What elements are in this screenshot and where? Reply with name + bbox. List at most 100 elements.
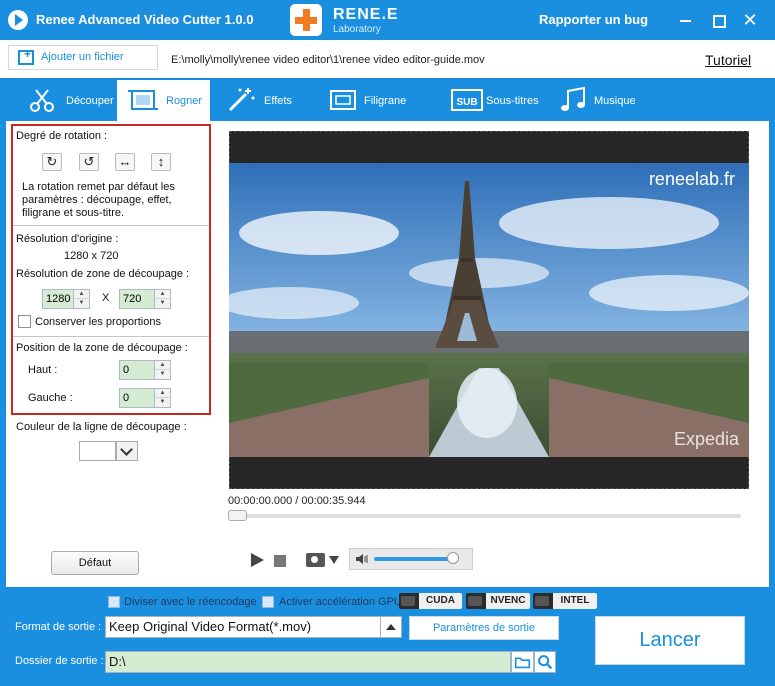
decrement-icon[interactable]: ▼ bbox=[155, 299, 170, 308]
cuda-badge: CUDA bbox=[399, 593, 462, 609]
decrement-icon[interactable]: ▼ bbox=[155, 398, 170, 407]
output-format-value: Keep Original Video Format(*.mov) bbox=[109, 619, 312, 634]
increment-icon[interactable]: ▲ bbox=[155, 290, 170, 299]
close-button[interactable]: ✕ bbox=[740, 10, 760, 30]
tab-filigrane[interactable]: Filigrane bbox=[328, 80, 428, 121]
tab-label: Découper bbox=[66, 95, 114, 107]
decrement-icon[interactable]: ▼ bbox=[74, 299, 89, 308]
play-icon[interactable] bbox=[249, 552, 265, 568]
brand-name: RENE.E bbox=[333, 6, 399, 23]
chevron-up-icon[interactable] bbox=[380, 617, 401, 637]
tutorial-link[interactable]: Tutoriel bbox=[705, 52, 751, 68]
volume-slider[interactable] bbox=[374, 557, 453, 561]
top-position-input[interactable] bbox=[120, 361, 154, 379]
seek-handle[interactable] bbox=[228, 510, 247, 521]
video-preview[interactable]: reneelab.fr Expedia bbox=[229, 163, 749, 457]
flip-horizontal-button[interactable]: ↔ bbox=[115, 153, 135, 171]
watermark-text: reneelab.fr bbox=[649, 169, 735, 189]
tab-effets[interactable]: Effets bbox=[226, 80, 316, 121]
nvidia-icon bbox=[468, 596, 482, 606]
rotation-note: La rotation remet par défaut les paramèt… bbox=[22, 181, 175, 219]
gpu-accel-label: Activer accélération GPU bbox=[279, 596, 402, 608]
crop-resolution-label: Résolution de zone de découpage : bbox=[16, 268, 190, 280]
minimize-button[interactable] bbox=[676, 10, 696, 30]
tab-label: Effets bbox=[264, 95, 292, 107]
search-icon[interactable] bbox=[534, 651, 556, 673]
gpu-badge-label: CUDA bbox=[419, 593, 462, 609]
gpu-accel-checkbox[interactable] bbox=[262, 596, 274, 608]
divider bbox=[13, 336, 209, 337]
time-display: 00:00:00.000 / 00:00:35.944 bbox=[228, 495, 366, 507]
output-folder-input[interactable]: D:\ bbox=[105, 651, 511, 673]
tab-label: Rogner bbox=[166, 95, 203, 107]
intel-badge: INTEL bbox=[533, 593, 597, 609]
crop-width-input[interactable] bbox=[43, 290, 73, 308]
crop-icon bbox=[128, 90, 158, 110]
tab-label: Sous-titres bbox=[486, 95, 539, 107]
default-button[interactable]: Défaut bbox=[51, 551, 139, 575]
gpu-badge-label: NVENC bbox=[486, 593, 530, 609]
crop-width-stepper[interactable]: ▲ ▼ bbox=[42, 289, 90, 309]
left-position-input[interactable] bbox=[120, 389, 154, 407]
origin-resolution-label: Résolution d'origine : bbox=[16, 233, 119, 245]
keep-ratio-checkbox[interactable] bbox=[18, 315, 31, 328]
volume-icon[interactable] bbox=[355, 553, 369, 565]
chevron-down-icon[interactable] bbox=[116, 441, 138, 461]
tab-decouper[interactable]: Découper bbox=[26, 80, 116, 121]
crop-height-input[interactable] bbox=[120, 290, 154, 308]
app-title: Renee Advanced Video Cutter 1.0.0 bbox=[36, 12, 254, 27]
tab-label: Musique bbox=[594, 95, 636, 107]
increment-icon[interactable]: ▲ bbox=[74, 290, 89, 299]
output-settings-button[interactable]: Paramètres de sortie bbox=[409, 616, 559, 640]
tab-sous-titres[interactable]: SUB Sous-titres bbox=[451, 80, 546, 121]
stepper-arrows[interactable]: ▲ ▼ bbox=[154, 389, 170, 407]
expedia-logo-text: Expedia bbox=[674, 429, 740, 449]
subtitle-icon: SUB bbox=[451, 89, 483, 111]
line-color-label: Couleur de la ligne de découpage : bbox=[16, 421, 187, 433]
nvidia-icon bbox=[401, 596, 415, 606]
rotate-clockwise-button[interactable]: ↻ bbox=[42, 153, 62, 171]
volume-handle[interactable] bbox=[447, 552, 459, 564]
line-color-swatch[interactable] bbox=[79, 441, 116, 461]
rotation-title: Degré de rotation : bbox=[16, 130, 108, 142]
report-bug-link[interactable]: Rapporter un bug bbox=[539, 12, 648, 27]
launch-button[interactable]: Lancer bbox=[595, 616, 745, 665]
gpu-badge-label: INTEL bbox=[553, 593, 597, 609]
music-note-icon bbox=[561, 86, 585, 111]
stop-icon[interactable] bbox=[274, 555, 286, 567]
maximize-button[interactable] bbox=[708, 10, 728, 30]
output-format-label: Format de sortie : bbox=[15, 621, 102, 633]
rotate-counterclockwise-button[interactable]: ↺ bbox=[79, 153, 99, 171]
keep-ratio-label: Conserver les proportions bbox=[35, 316, 161, 328]
stepper-arrows[interactable]: ▲ ▼ bbox=[154, 290, 170, 308]
folder-icon[interactable] bbox=[511, 651, 534, 673]
camera-dropdown-icon[interactable] bbox=[329, 556, 339, 564]
seek-bar[interactable] bbox=[229, 514, 741, 518]
tab-musique[interactable]: Musique bbox=[558, 80, 648, 121]
split-reencode-checkbox[interactable] bbox=[108, 596, 120, 608]
decrement-icon[interactable]: ▼ bbox=[155, 370, 170, 379]
tab-rogner[interactable]: Rogner bbox=[117, 80, 210, 121]
increment-icon[interactable]: ▲ bbox=[155, 361, 170, 370]
stepper-arrows[interactable]: ▲ ▼ bbox=[154, 361, 170, 379]
add-file-icon bbox=[18, 47, 34, 65]
position-label: Position de la zone de découpage : bbox=[16, 342, 188, 354]
output-folder-label: Dossier de sortie : bbox=[15, 655, 104, 667]
left-position-stepper[interactable]: ▲ ▼ bbox=[119, 388, 171, 408]
flip-vertical-button[interactable]: ↕ bbox=[151, 153, 171, 171]
scissors-icon bbox=[30, 89, 54, 112]
split-reencode-label: Diviser avec le réencodage bbox=[124, 596, 257, 608]
divider bbox=[13, 225, 209, 226]
camera-icon[interactable] bbox=[306, 553, 325, 567]
file-path: E:\molly\molly\renee video editor\1\rene… bbox=[171, 54, 485, 66]
stepper-arrows[interactable]: ▲ ▼ bbox=[73, 290, 89, 308]
crop-height-stepper[interactable]: ▲ ▼ bbox=[119, 289, 171, 309]
increment-icon[interactable]: ▲ bbox=[155, 389, 170, 398]
app-logo-icon bbox=[8, 10, 28, 30]
crop-x-label: X bbox=[102, 292, 110, 304]
top-label: Haut : bbox=[28, 364, 58, 376]
brand-subtitle: Laboratory bbox=[333, 24, 381, 35]
top-position-stepper[interactable]: ▲ ▼ bbox=[119, 360, 171, 380]
tab-label: Filigrane bbox=[364, 95, 407, 107]
svg-text:SUB: SUB bbox=[456, 97, 477, 108]
